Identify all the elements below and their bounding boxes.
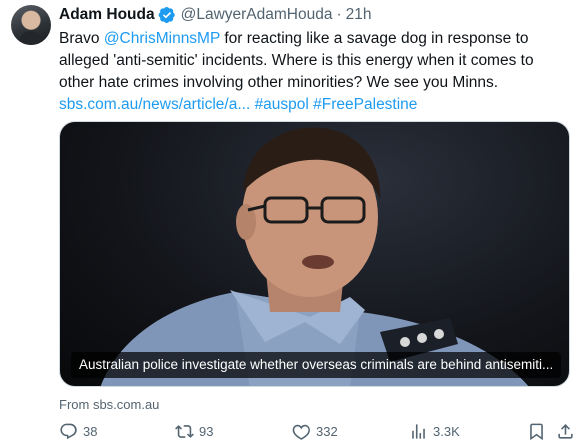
- link-card-image[interactable]: Australian police investigate whether ov…: [59, 121, 570, 387]
- news-photo: [100, 127, 529, 386]
- reply-icon: [60, 423, 77, 439]
- author-avatar[interactable]: [11, 5, 51, 45]
- bookmark-button[interactable]: [527, 421, 551, 441]
- bookmark-icon: [530, 423, 543, 440]
- retweet-count: 93: [199, 423, 214, 439]
- reply-button[interactable]: 38: [59, 421, 97, 441]
- reply-count: 38: [83, 423, 98, 439]
- like-button[interactable]: 332: [292, 421, 338, 441]
- author-name[interactable]: Adam Houda: [59, 6, 155, 24]
- card-caption[interactable]: Australian police investigate whether ov…: [71, 352, 562, 378]
- tweet-text-start: Bravo: [59, 30, 104, 47]
- header-separator: ·: [336, 6, 342, 23]
- views-count: 3.3K: [433, 423, 460, 439]
- views-icon: [412, 423, 425, 439]
- tweet-text: Bravo @ChrisMinnsMP for reacting like a …: [59, 28, 571, 116]
- retweet-icon: [175, 424, 194, 438]
- author-handle[interactable]: @LawyerAdamHouda: [181, 6, 333, 24]
- retweet-button[interactable]: 93: [175, 421, 213, 441]
- verified-badge-icon[interactable]: [158, 6, 176, 24]
- card-source[interactable]: From sbs.com.au: [59, 397, 159, 412]
- share-button[interactable]: [556, 421, 580, 441]
- hashtag-freepalestine[interactable]: #FreePalestine: [313, 96, 417, 113]
- hashtag-auspol[interactable]: #auspol: [255, 96, 309, 113]
- article-link[interactable]: sbs.com.au/news/article/a...: [59, 96, 250, 113]
- views-button[interactable]: 3.3K: [409, 421, 460, 441]
- like-icon: [292, 424, 310, 440]
- like-count: 332: [316, 423, 338, 439]
- mention-link[interactable]: @ChrisMinnsMP: [104, 30, 220, 47]
- tweet-actions: 38 93 332 3.3K: [59, 421, 573, 443]
- share-icon: [558, 423, 573, 439]
- tweet-header: Adam Houda @LawyerAdamHouda · 21h: [59, 4, 372, 26]
- tweet-timestamp[interactable]: 21h: [346, 6, 372, 24]
